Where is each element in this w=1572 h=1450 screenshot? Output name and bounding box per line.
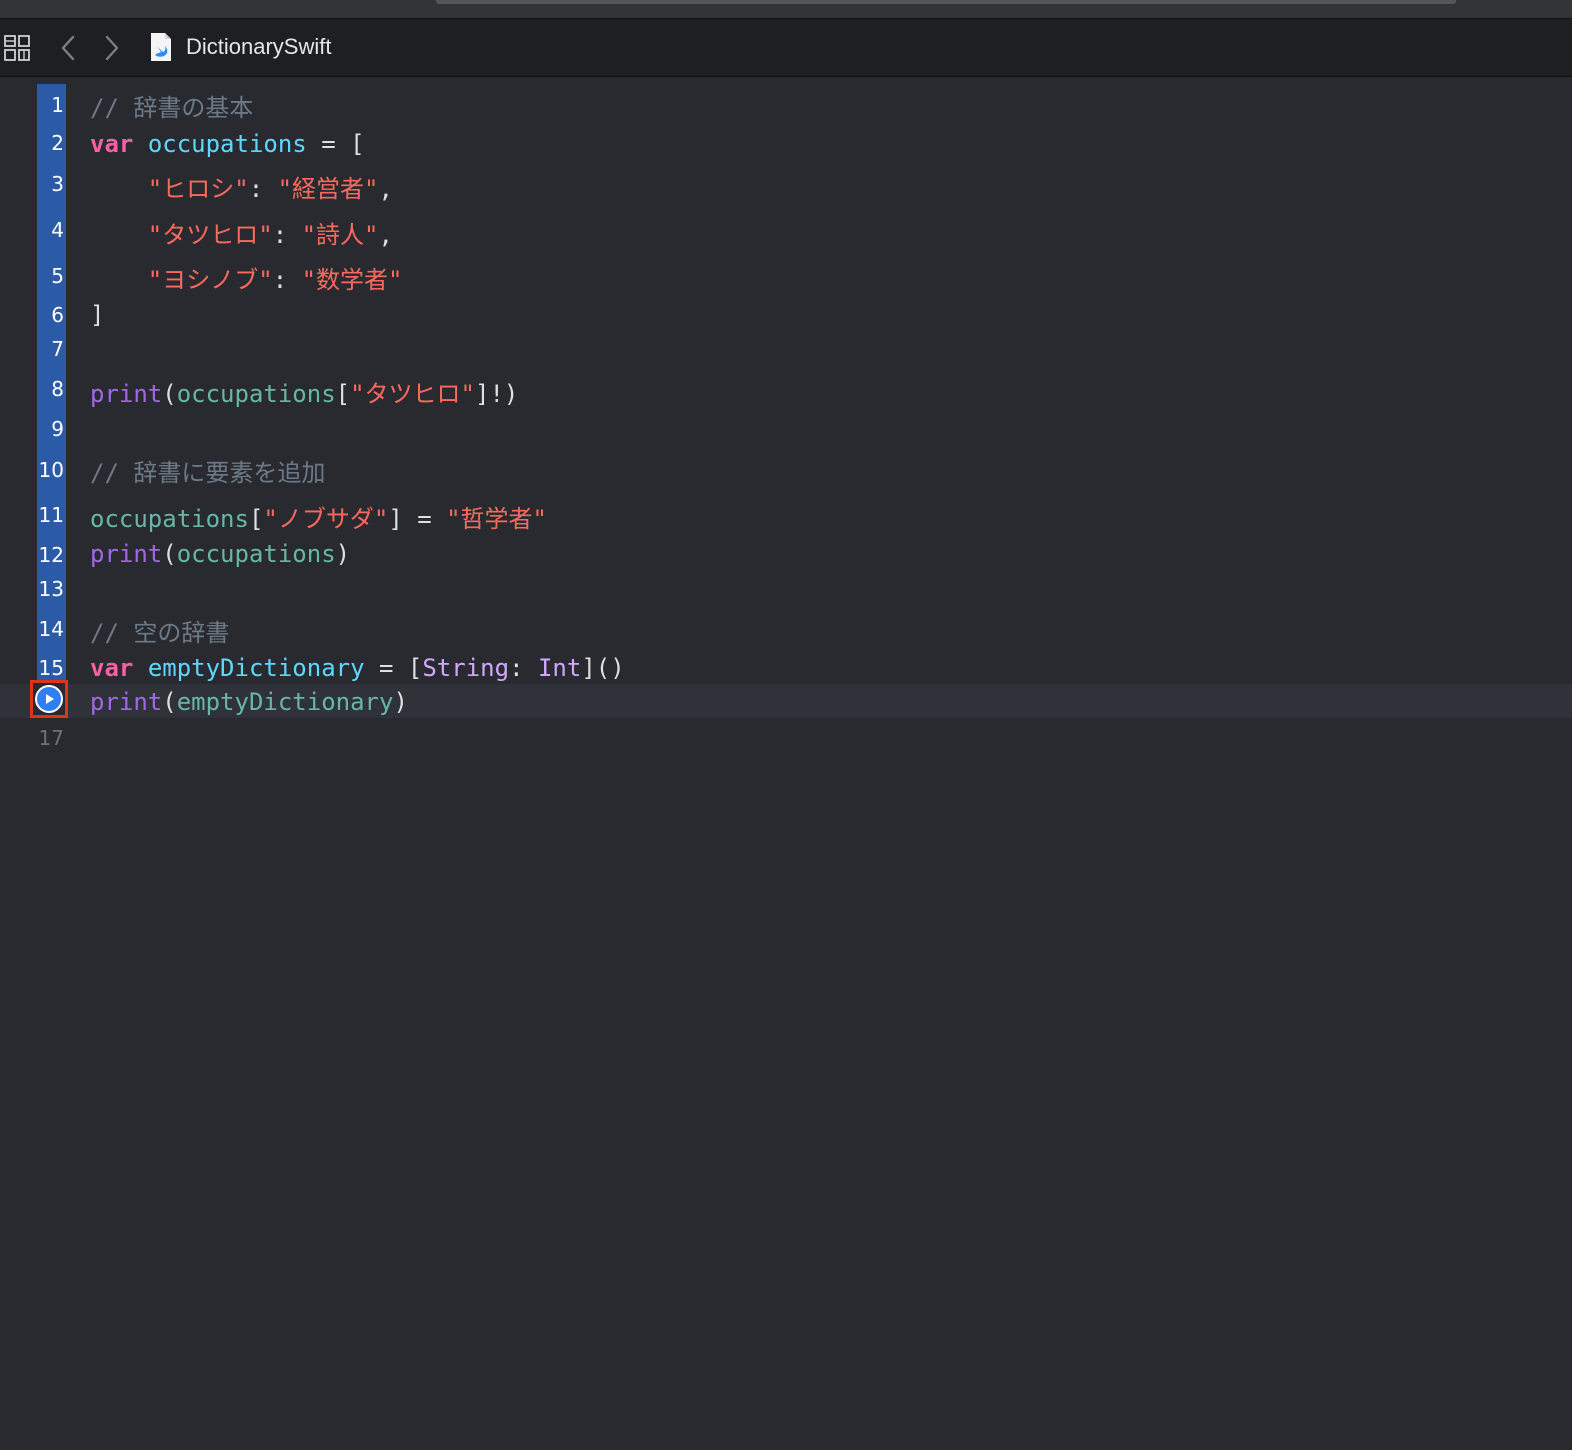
code-token: ] = (388, 505, 447, 533)
code-token: ( (162, 540, 177, 568)
chevron-left-icon[interactable] (56, 33, 80, 63)
code-line[interactable]: ] (90, 300, 104, 330)
line-number: 13 (38, 577, 64, 601)
code-line[interactable]: var emptyDictionary = [String: Int]() (90, 653, 625, 683)
code-token: , (378, 221, 393, 249)
code-line[interactable]: "タツヒロ": "詩人", (90, 220, 393, 250)
line-number: 2 (51, 131, 64, 155)
code-token: "数学者" (301, 266, 403, 294)
line-number: 7 (51, 337, 64, 361)
code-editor[interactable]: 1234567891011121314151617 // 辞書の基本var oc… (0, 77, 1572, 1450)
code-token: ]!) (475, 380, 519, 408)
line-number: 3 (51, 172, 64, 196)
code-line[interactable]: // 辞書に要素を追加 (90, 458, 325, 488)
code-line[interactable]: print(emptyDictionary) (90, 687, 408, 717)
jump-bar: DictionarySwift (0, 19, 1572, 77)
code-token: "経営者" (277, 175, 379, 203)
code-token: print (90, 380, 163, 408)
code-line[interactable]: // 空の辞書 (90, 618, 229, 648)
line-number: 14 (38, 617, 64, 641)
line-number: 12 (38, 543, 64, 567)
code-token: occupations (176, 540, 336, 568)
code-token: occupations (176, 380, 336, 408)
line-number: 8 (51, 377, 64, 401)
code-token: emptyDictionary (176, 688, 394, 716)
code-token: = [ (364, 654, 423, 682)
code-token: : (248, 175, 278, 203)
code-token: [ (335, 380, 351, 408)
line-number: 10 (38, 458, 64, 482)
line-number: 17 (38, 726, 64, 750)
line-number: 5 (51, 264, 64, 288)
code-token: ) (393, 688, 408, 716)
code-token: "ヨシノブ" (147, 266, 273, 294)
code-line[interactable]: print(occupations["タツヒロ"]!) (90, 379, 518, 409)
code-token: String (422, 654, 510, 682)
file-breadcrumb-title[interactable]: DictionarySwift (186, 32, 331, 62)
code-line[interactable]: var occupations = [ (90, 129, 365, 159)
code-token: "詩人" (301, 221, 379, 249)
grid-icon[interactable] (2, 33, 32, 63)
code-token: "哲学者" (446, 505, 548, 533)
code-line[interactable]: print(occupations) (90, 539, 350, 569)
code-token: occupations (147, 130, 307, 158)
code-token: : (272, 221, 302, 249)
code-token: // 空の辞書 (90, 619, 230, 647)
swift-file-icon[interactable] (148, 31, 174, 63)
line-number: 6 (51, 303, 64, 327)
code-token: var (90, 654, 134, 682)
code-token: = [ (306, 130, 365, 158)
code-line[interactable]: "ヒロシ": "経営者", (90, 174, 393, 204)
code-token: // 辞書の基本 (90, 94, 254, 122)
line-number: 11 (38, 503, 64, 527)
line-number: 9 (51, 417, 64, 441)
code-token: print (90, 688, 163, 716)
code-token: var (90, 130, 134, 158)
code-token: , (378, 175, 393, 203)
line-number: 1 (51, 93, 64, 117)
code-token: print (90, 540, 163, 568)
tab-bar-scroll-indicator[interactable] (436, 0, 1456, 4)
code-token: [ (248, 505, 264, 533)
run-to-line-button[interactable] (30, 680, 68, 718)
line-number: 15 (38, 656, 64, 680)
code-token: ( (162, 380, 177, 408)
code-token: : (509, 654, 538, 682)
code-token: "ヒロシ" (147, 175, 249, 203)
code-token: occupations (90, 505, 249, 533)
code-token: ]() (581, 654, 625, 682)
play-circle-icon[interactable] (35, 685, 63, 713)
code-token: "ノブサダ" (263, 505, 389, 533)
code-token: // 辞書に要素を追加 (90, 459, 326, 487)
window-top-strip (0, 0, 1572, 19)
code-token: : (272, 266, 302, 294)
code-line[interactable]: "ヨシノブ": "数学者" (90, 265, 403, 295)
line-number: 4 (51, 218, 64, 242)
code-token: "タツヒロ" (350, 380, 476, 408)
code-token: ] (90, 301, 105, 329)
code-token: ( (162, 688, 177, 716)
code-token: ) (335, 540, 351, 568)
code-token: emptyDictionary (147, 654, 365, 682)
code-token: Int (537, 654, 582, 682)
code-token: "タツヒロ" (147, 221, 273, 249)
code-line[interactable]: // 辞書の基本 (90, 93, 253, 123)
chevron-right-icon[interactable] (100, 33, 124, 63)
code-line[interactable]: occupations["ノブサダ"] = "哲学者" (90, 504, 547, 534)
